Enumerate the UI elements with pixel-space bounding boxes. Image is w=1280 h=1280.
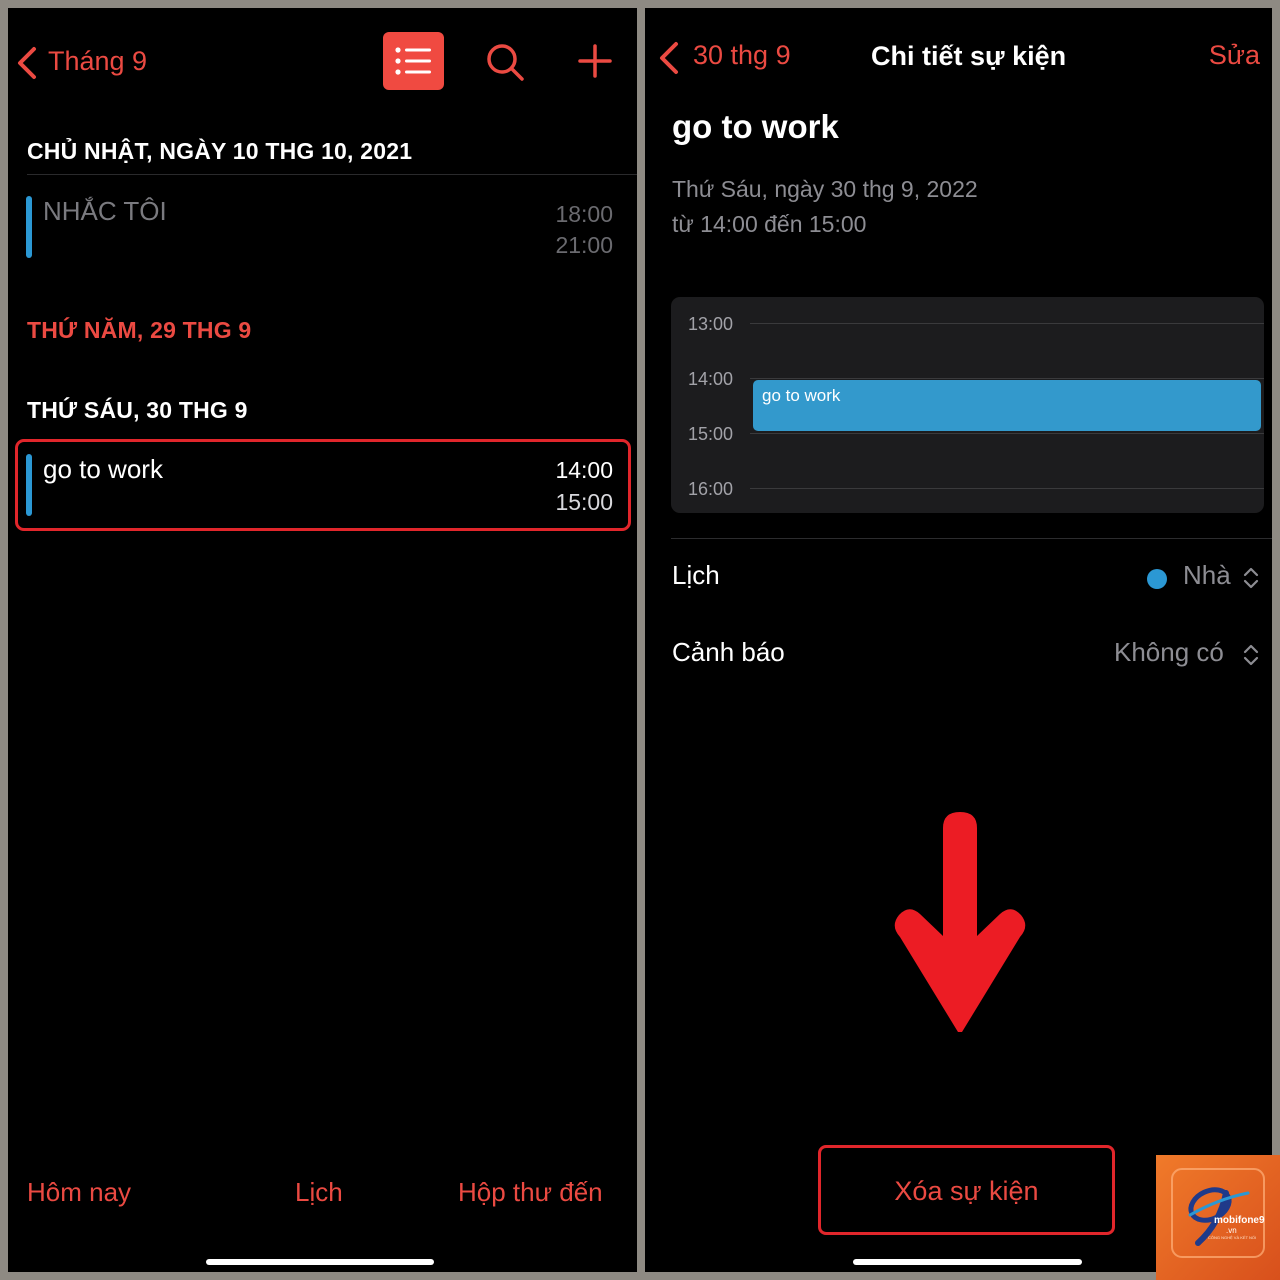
back-to-day-button[interactable]: 30 thg 9 xyxy=(693,40,791,71)
logo-tagline: CÔNG NGHỆ VÀ KẾT NỐI xyxy=(1208,1235,1257,1240)
delete-event-button[interactable]: Xóa sự kiện xyxy=(818,1145,1115,1235)
back-chevron-icon[interactable] xyxy=(14,46,42,80)
down-arrow-icon xyxy=(894,812,1026,1032)
section-heading: CHỦ NHẬT, NGÀY 10 THG 10, 2021 xyxy=(27,138,413,164)
mobifone9-logo: mobifone9 .vn CÔNG NGHỆ VÀ KẾT NỐI xyxy=(1156,1155,1280,1280)
logo-text: mobifone9 xyxy=(1214,1215,1265,1226)
hour-line xyxy=(750,323,1264,324)
divider xyxy=(27,174,637,175)
mini-day-calendar[interactable]: 13:00 14:00 15:00 16:00 go to work xyxy=(671,297,1264,513)
mini-event-label: go to work xyxy=(762,386,841,405)
event-start-time: 14:00 xyxy=(555,457,613,483)
event-end-time: 15:00 xyxy=(555,489,613,515)
alert-row-label: Cảnh báo xyxy=(672,637,785,667)
plus-icon[interactable] xyxy=(578,44,612,78)
event-color-bar xyxy=(26,196,32,258)
back-to-month-button[interactable]: Tháng 9 xyxy=(48,44,147,78)
chevron-up-down-icon xyxy=(1243,644,1259,666)
event-start-time: 18:00 xyxy=(555,201,613,227)
hour-line xyxy=(750,378,1264,379)
event-time-range: từ 14:00 đến 15:00 xyxy=(672,211,867,237)
home-indicator[interactable] xyxy=(853,1259,1082,1265)
nav-title: Chi tiết sự kiện xyxy=(871,41,1067,71)
calendar-color-dot xyxy=(1147,569,1167,589)
event-title: go to work xyxy=(43,454,163,484)
inbox-button[interactable]: Hộp thư đến xyxy=(458,1177,603,1208)
event-date: Thứ Sáu, ngày 30 thg 9, 2022 xyxy=(672,176,978,202)
event-end-time: 21:00 xyxy=(555,232,613,258)
search-icon[interactable] xyxy=(485,42,525,82)
list-icon xyxy=(395,47,431,75)
logo-mark-icon xyxy=(1171,1168,1265,1258)
hour-label: 14:00 xyxy=(688,369,734,389)
edit-button[interactable]: Sửa xyxy=(1209,40,1260,71)
event-title: NHẮC TÔI xyxy=(43,196,167,226)
calendar-row-value: Nhà xyxy=(1183,560,1231,590)
calendar-row-label: Lịch xyxy=(672,560,720,590)
delete-event-label: Xóa sự kiện xyxy=(894,1176,1039,1206)
calendars-button[interactable]: Lịch xyxy=(295,1177,343,1208)
event-title: go to work xyxy=(672,108,839,145)
chevron-up-down-icon xyxy=(1243,567,1259,589)
calendar-list-screen: Tháng 9 CHỦ NHẬT, NGÀY 10 THG 10, 2021 N… xyxy=(8,8,637,1272)
hour-line xyxy=(750,488,1264,489)
hour-label: 15:00 xyxy=(688,424,734,444)
list-item-go-to-work[interactable]: go to work 14:00 15:00 xyxy=(26,452,626,522)
hour-line xyxy=(750,433,1264,434)
calendar-row[interactable]: Lịch Nhà xyxy=(671,554,1261,600)
today-button[interactable]: Hôm nay xyxy=(27,1177,131,1208)
divider xyxy=(671,538,1272,539)
back-chevron-icon[interactable] xyxy=(657,41,683,75)
event-detail-screen: 30 thg 9 Chi tiết sự kiện Sửa go to work… xyxy=(645,8,1272,1272)
home-indicator[interactable] xyxy=(206,1259,434,1265)
mini-event-block[interactable]: go to work xyxy=(753,380,1261,431)
event-color-bar xyxy=(26,454,32,516)
alert-row-value: Không có xyxy=(1114,637,1224,667)
list-view-button[interactable] xyxy=(383,32,444,90)
section-heading: THỨ NĂM, 29 THG 9 xyxy=(27,317,252,343)
hour-label: 16:00 xyxy=(688,479,734,499)
logo-domain: .vn xyxy=(1226,1226,1237,1235)
list-item[interactable]: NHẮC TÔI 18:00 21:00 xyxy=(26,194,626,264)
alert-row[interactable]: Cảnh báo Không có xyxy=(671,631,1261,677)
section-heading: THỨ SÁU, 30 THG 9 xyxy=(27,397,248,423)
hour-label: 13:00 xyxy=(688,314,734,334)
